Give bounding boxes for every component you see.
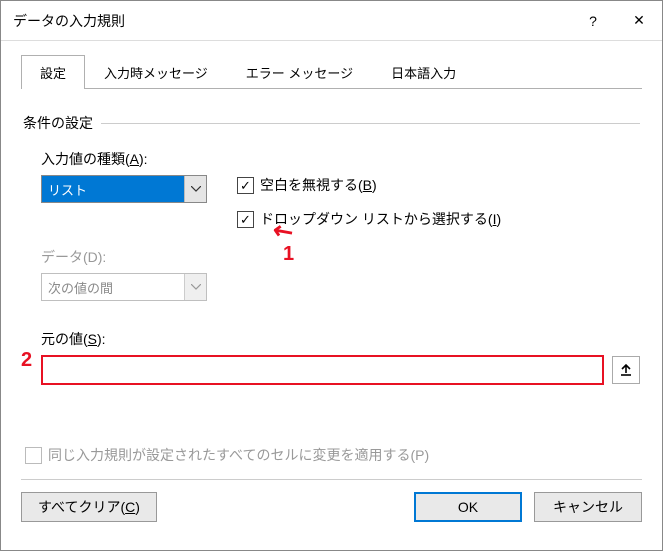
allow-label: 入力値の種類(A): xyxy=(41,151,148,167)
source-input[interactable] xyxy=(41,355,604,385)
ignore-blank-check[interactable]: ✓ 空白を無視する(B) xyxy=(237,175,501,195)
title-bar: データの入力規則 ? ✕ xyxy=(1,1,662,41)
tab-input-message[interactable]: 入力時メッセージ xyxy=(85,55,227,89)
clear-all-button[interactable]: すべてクリア(C) xyxy=(21,492,157,522)
data-dropdown: 次の値の間 xyxy=(41,273,207,301)
annotation-2: 2 xyxy=(21,349,32,372)
chevron-down-icon xyxy=(184,274,206,300)
chevron-down-icon xyxy=(184,176,206,202)
apply-to-all-label: 同じ入力規則が設定されたすべてのセルに変更を適用する(P) xyxy=(48,445,429,465)
apply-to-all-check: 同じ入力規則が設定されたすべてのセルに変更を適用する(P) xyxy=(25,445,429,465)
allow-dropdown[interactable]: リスト xyxy=(41,175,207,203)
tab-ime-mode[interactable]: 日本語入力 xyxy=(372,55,475,89)
in-cell-dropdown-check[interactable]: ✓ ドロップダウン リストから選択する(I) xyxy=(237,209,501,229)
collapse-dialog-button[interactable] xyxy=(612,356,640,384)
collapse-icon xyxy=(619,362,633,379)
window-title: データの入力規則 xyxy=(13,11,570,31)
data-label: データ(D): xyxy=(41,249,106,265)
data-dropdown-value: 次の値の間 xyxy=(42,274,184,300)
help-button[interactable]: ? xyxy=(570,1,616,41)
validation-criteria-section: 条件の設定 入力値の種類(A): リスト ✓ 空白を無視する(B) ✓ ドロップ… xyxy=(21,113,642,465)
close-icon: ✕ xyxy=(633,12,645,29)
source-label: 元の値(S): xyxy=(41,331,106,347)
section-legend: 条件の設定 xyxy=(23,113,640,133)
dialog-button-row: すべてクリア(C) OK キャンセル xyxy=(1,480,662,536)
checkbox-unchecked-icon xyxy=(25,447,42,464)
tab-bar: 設定 入力時メッセージ エラー メッセージ 日本語入力 xyxy=(21,55,642,89)
checkbox-checked-icon: ✓ xyxy=(237,177,254,194)
tab-error-alert[interactable]: エラー メッセージ xyxy=(227,55,372,89)
ok-button[interactable]: OK xyxy=(414,492,522,522)
checkbox-checked-icon: ✓ xyxy=(237,211,254,228)
cancel-button[interactable]: キャンセル xyxy=(534,492,642,522)
tab-settings[interactable]: 設定 xyxy=(21,55,85,89)
help-icon: ? xyxy=(589,13,597,29)
close-button[interactable]: ✕ xyxy=(616,1,662,41)
allow-dropdown-value: リスト xyxy=(42,176,184,202)
